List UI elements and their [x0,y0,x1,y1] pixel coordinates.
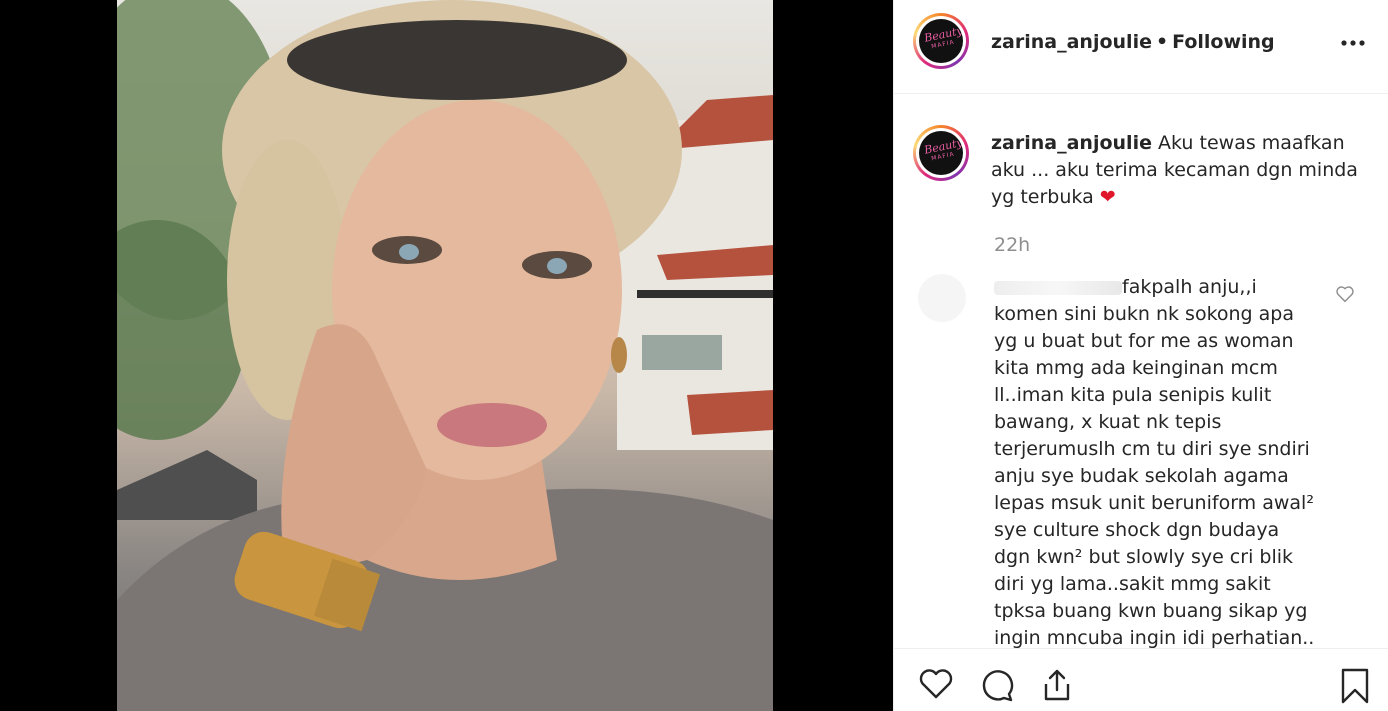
caption-avatar[interactable]: Beauty MAFIA [913,125,969,181]
action-bar [894,648,1388,711]
comment-line: bawang, x kuat nk tepis [994,411,1222,433]
comment-line: kita mmg ada keinginan mcm [994,357,1278,379]
post-side-panel: Beauty MAFIA zarina_anjoulie • Following B… [893,0,1388,711]
post-caption: zarina_anjoulie Aku tewas maafkan aku ..… [991,130,1361,211]
caption-username[interactable]: zarina_anjoulie [991,132,1152,154]
comment-like-icon[interactable] [1335,285,1355,307]
header-separator: • [1155,31,1169,53]
comment-line: lepas msuk unit beruniform awal² [994,492,1314,514]
comment-line: dgn kwn² but slowly sye cri blik [994,546,1294,568]
comment-line: ll..iman kita pula senipis kulit [994,384,1272,406]
commenter-avatar-blurred[interactable] [918,274,966,322]
beauty-mafia-logo: Beauty MAFIA [919,131,963,175]
header-user-line: zarina_anjoulie • Following [991,31,1275,53]
comments-scroll-area[interactable]: Beauty MAFIA zarina_anjoulie Aku tewas m… [894,106,1388,648]
comment-body: fakpalh anju,,i komen sini bukn nk sokon… [994,274,1324,648]
profile-avatar[interactable]: Beauty MAFIA [913,13,969,69]
comment-line: terjerumuslh cm tu diri sye sndiri [994,438,1310,460]
red-heart-emoji-icon: ❤ [1099,186,1116,208]
comment-line: komen sini bukn nk sokong apa [994,303,1295,325]
comment-line: yg u buat but for me as woman [994,330,1294,352]
share-icon[interactable] [1040,668,1074,706]
comment-bubble-icon[interactable] [979,668,1015,706]
beauty-mafia-logo: Beauty MAFIA [919,19,963,63]
post-photo-area [0,0,893,711]
comment-line: diri yg lama..sakit mmg sakit [994,573,1271,595]
comment-line: ingin mncuba ingin idi perhatian.. [994,627,1315,648]
comment-line: tpksa buang kwn buang sikap yg [994,600,1308,622]
comment-line: sye culture shock dgn budaya [994,519,1280,541]
photo-illustration [117,0,773,711]
post-photo[interactable] [117,0,773,711]
bookmark-save-icon[interactable] [1340,668,1370,708]
post-header: Beauty MAFIA zarina_anjoulie • Following [894,0,1388,94]
post-timestamp[interactable]: 22h [994,234,1030,256]
header-username[interactable]: zarina_anjoulie [991,31,1152,53]
commenter-username-blurred[interactable] [994,280,1122,295]
comment-line: anju sye budak sekolah agama [994,465,1289,487]
comment-line-1: fakpalh anju,,i [994,274,1324,301]
like-heart-icon[interactable] [918,668,954,704]
following-button[interactable]: Following [1172,31,1275,53]
more-options-icon[interactable] [1340,28,1366,53]
